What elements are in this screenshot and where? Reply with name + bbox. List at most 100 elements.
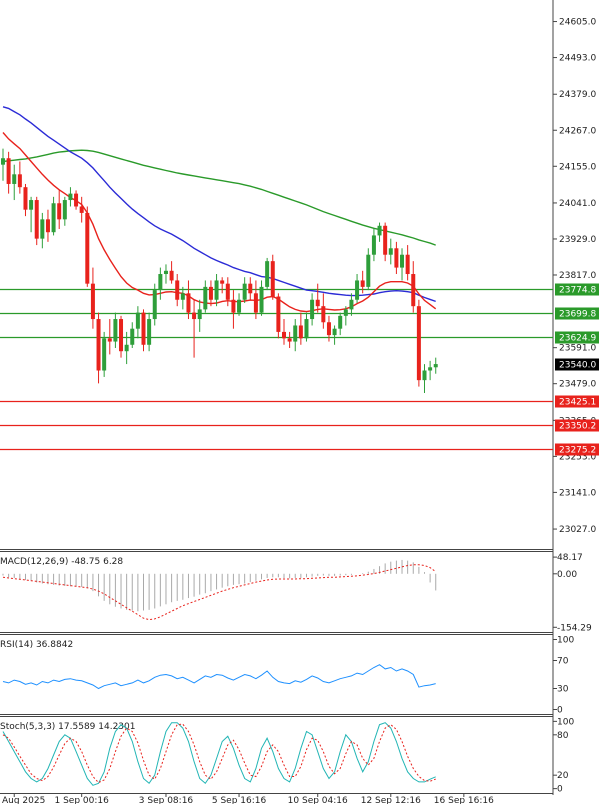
candle xyxy=(416,299,421,387)
indicator-label: MACD(12,26,9) -48.75 6.28 xyxy=(0,557,123,567)
candle-body xyxy=(152,290,157,320)
level-label: 23275.2 xyxy=(559,446,596,456)
candle-body xyxy=(135,312,140,329)
candle-body xyxy=(17,174,22,188)
candle-body xyxy=(411,274,416,307)
candle-body xyxy=(6,158,11,184)
chart-canvas: 24605.0 24493.0 24379.0 24267.0 24155.0 24041… xyxy=(0,0,600,804)
candle-body xyxy=(388,248,393,255)
candle-body xyxy=(248,283,253,294)
candle-body xyxy=(343,309,348,316)
candle-body xyxy=(304,319,309,339)
candle-body xyxy=(253,293,258,313)
price-tick-label: 24155.0 xyxy=(559,162,596,172)
level-label: 23699.8 xyxy=(559,310,596,320)
candle-body xyxy=(287,338,292,342)
candle-body xyxy=(377,225,382,236)
price-tick-label: 24493.0 xyxy=(559,54,596,64)
candle-body xyxy=(326,322,331,336)
candle-body xyxy=(130,328,135,345)
price-tick-label: 23817.0 xyxy=(559,271,596,281)
candle xyxy=(276,293,281,339)
price-tick-label: 23479.0 xyxy=(559,380,596,390)
candle-body xyxy=(298,325,303,339)
price-tick-label: 23141.0 xyxy=(559,488,596,498)
price-tick-label: 23929.0 xyxy=(559,235,596,245)
indicator-tick-label: 20 xyxy=(557,771,569,781)
candle-body xyxy=(383,225,388,255)
indicator-tick-label: 48.17 xyxy=(557,553,583,563)
candle-body xyxy=(422,370,427,381)
candle-body xyxy=(203,286,208,310)
indicator-tick-label: 0.00 xyxy=(557,570,577,580)
candle-body xyxy=(225,283,230,300)
candle-body xyxy=(214,280,219,300)
indicator-label: Stoch(5,3,3) 17.5589 14.2301 xyxy=(0,722,135,732)
candle xyxy=(265,257,270,291)
candle-body xyxy=(338,315,343,329)
candle-body xyxy=(40,219,45,239)
candle-body xyxy=(349,299,354,310)
time-tick-label: 10 Sep 04:16 xyxy=(288,796,348,804)
level-label: 23774.8 xyxy=(559,286,596,296)
candle-body xyxy=(186,293,191,313)
candle-body xyxy=(68,193,73,201)
candle-body xyxy=(360,280,365,287)
time-tick-label: 16 Sep 16:16 xyxy=(434,796,494,804)
candle-body xyxy=(366,254,371,287)
candle-body xyxy=(237,299,242,313)
candle-body xyxy=(220,280,225,284)
candle-body xyxy=(158,274,163,291)
indicator-tick-label: 0 xyxy=(557,785,563,795)
level-label: 23624.9 xyxy=(559,334,596,344)
candle-body xyxy=(175,280,180,300)
candle-body xyxy=(102,338,107,371)
candle-body xyxy=(119,319,124,352)
candle-body xyxy=(169,270,174,281)
candle-body xyxy=(355,280,360,300)
candle-body xyxy=(310,299,315,320)
price-tick-label: 24267.0 xyxy=(559,126,596,136)
candle-body xyxy=(400,254,405,268)
time-tick-label: 5 Sep 16:16 xyxy=(212,796,267,804)
candle-body xyxy=(276,296,281,332)
candle-body xyxy=(12,174,17,184)
candle-body xyxy=(96,319,101,371)
candle-body xyxy=(242,283,247,300)
level-label: 23350.2 xyxy=(559,422,596,432)
time-tick-label: 12 Sep 12:16 xyxy=(361,796,421,804)
candle-body xyxy=(259,286,264,313)
candle-body xyxy=(208,286,213,300)
price-tick-label: 24605.0 xyxy=(559,18,596,28)
indicator-tick-label: 0 xyxy=(557,706,563,716)
time-tick-label: 3 Sep 08:16 xyxy=(139,796,194,804)
price-tick-label: 24379.0 xyxy=(559,90,596,100)
candle-body xyxy=(34,200,39,239)
indicator-label: RSI(14) 36.8842 xyxy=(0,640,73,650)
candle-body xyxy=(1,158,5,165)
candle-body xyxy=(141,312,146,345)
candle-body xyxy=(29,200,34,210)
candle-body xyxy=(321,306,326,323)
candle-body xyxy=(315,299,320,307)
candle-body xyxy=(90,283,95,320)
candle-body xyxy=(394,248,399,268)
candle-body xyxy=(270,261,275,297)
candle-body xyxy=(74,193,79,207)
candle-body xyxy=(192,312,197,320)
price-tick-label: 23027.0 xyxy=(559,525,596,535)
candle-body xyxy=(107,338,112,342)
candle xyxy=(270,254,275,300)
candle-body xyxy=(57,203,62,220)
price-tick-label: 23591.0 xyxy=(559,344,596,354)
candle-body xyxy=(293,325,298,342)
indicator-tick-label: -154.29 xyxy=(557,623,592,633)
candle-body xyxy=(62,200,67,220)
indicator-tick-label: 70 xyxy=(557,657,569,667)
candle xyxy=(34,196,39,246)
candle-body xyxy=(79,206,84,213)
candle-body xyxy=(124,344,129,352)
candle-body xyxy=(332,328,337,336)
candle-body xyxy=(85,212,90,284)
candle-body xyxy=(231,299,236,313)
